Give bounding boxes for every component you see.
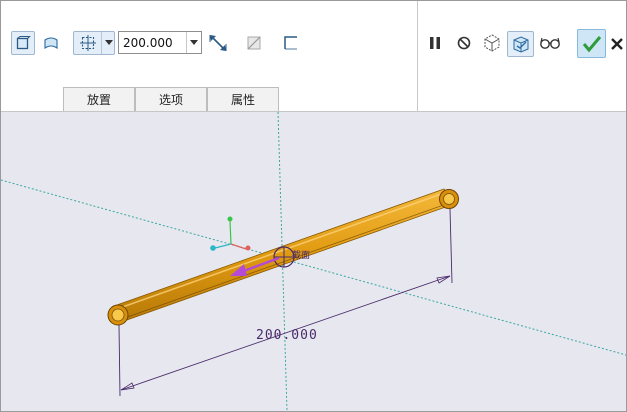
sketch-plane-button[interactable]	[73, 31, 115, 55]
verify-button[interactable]	[507, 31, 534, 57]
thicken-button[interactable]	[279, 31, 303, 55]
no-preview-button[interactable]	[453, 31, 475, 55]
pipe-end-cap-far	[439, 189, 459, 209]
pause-button[interactable]	[424, 31, 446, 55]
section-origin-symbol[interactable]	[273, 246, 295, 268]
dimension-input[interactable]: 200.000	[118, 31, 202, 54]
dimension-dropdown-icon[interactable]	[186, 32, 201, 53]
solid-button[interactable]	[11, 31, 35, 55]
dimension-extension-left	[118, 324, 121, 397]
dimension-text[interactable]: 200.000	[256, 328, 318, 343]
cancel-icon	[610, 37, 624, 51]
surface-button[interactable]	[39, 31, 63, 55]
flip-dimension-button[interactable]	[205, 31, 231, 55]
pause-icon	[428, 35, 442, 51]
glasses-button[interactable]	[538, 31, 562, 55]
tab-label: 属性	[230, 93, 255, 107]
solid-sweep-icon	[15, 35, 31, 51]
feature-dashboard: 200.000 放置 选项 属性	[1, 1, 626, 112]
thicken-icon	[282, 34, 300, 52]
coordinate-system-triad	[210, 216, 251, 251]
app-window: 200.000 放置 选项 属性 截面 200.000	[0, 0, 627, 412]
tab-options[interactable]: 选项	[135, 87, 207, 111]
remove-material-icon	[245, 34, 263, 52]
preview-geometry-icon	[482, 33, 502, 53]
dimension-extension-right	[449, 208, 453, 284]
graphics-area[interactable]: 截面 200.000	[1, 112, 626, 411]
section-label[interactable]: 截面	[292, 249, 310, 261]
tab-label: 选项	[158, 93, 183, 107]
verify-icon	[511, 34, 531, 54]
no-preview-icon	[456, 35, 472, 51]
dimension-value[interactable]: 200.000	[119, 36, 186, 50]
pipe-end-cap-near	[107, 304, 129, 326]
glasses-icon	[539, 36, 561, 50]
preview-geometry-button[interactable]	[479, 31, 505, 55]
cancel-button[interactable]	[610, 31, 626, 57]
model-canvas: 截面 200.000	[1, 112, 626, 411]
confirm-button[interactable]	[577, 29, 606, 58]
tab-placement[interactable]: 放置	[63, 87, 135, 111]
tab-properties[interactable]: 属性	[207, 87, 279, 111]
check-icon	[582, 35, 602, 53]
flip-dimension-icon	[207, 32, 229, 54]
dropdown-icon[interactable]	[101, 32, 113, 54]
remove-material-button[interactable]	[242, 31, 266, 55]
ribbon-divider	[417, 1, 418, 111]
sketch-plane-icon	[79, 34, 97, 52]
surface-sweep-icon	[43, 35, 59, 51]
tab-label: 放置	[86, 93, 111, 107]
